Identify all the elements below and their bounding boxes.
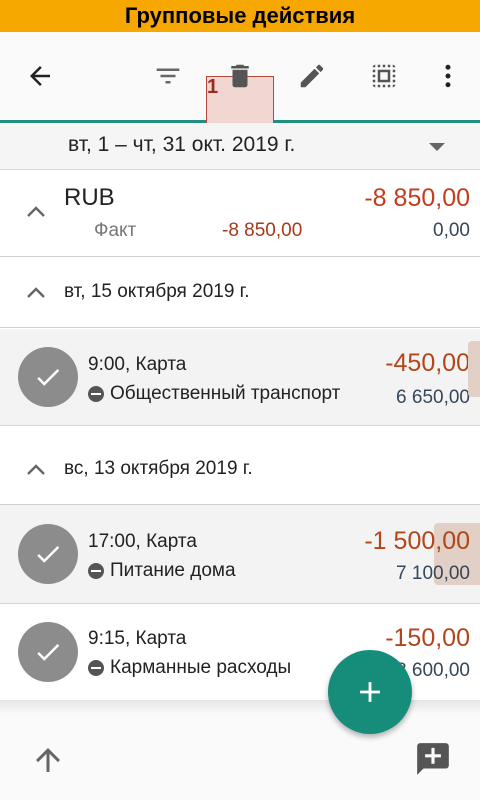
select-all-icon — [372, 64, 396, 88]
selected-check[interactable] — [18, 622, 78, 682]
currency-total: -8 850,00 — [364, 184, 470, 212]
transaction-row[interactable]: 9:00, Карта Общественный транспорт -450,… — [0, 329, 480, 426]
transaction-amount: -450,00 — [385, 349, 470, 377]
bottom-bar — [0, 714, 480, 800]
delete-button[interactable] — [212, 32, 268, 120]
filter-icon — [156, 68, 180, 84]
plus-icon — [360, 682, 380, 702]
transaction-category: Общественный транспорт — [88, 383, 340, 405]
filter-button[interactable] — [140, 32, 196, 120]
back-button[interactable] — [12, 32, 68, 120]
transaction-category: Карманные расходы — [88, 657, 291, 679]
group-actions-banner: Групповые действия — [0, 0, 480, 32]
transaction-time-account: 9:15, Карта — [88, 628, 187, 649]
scroll-up-button[interactable] — [30, 742, 66, 778]
add-transaction-fab[interactable] — [328, 650, 412, 734]
trash-icon — [231, 64, 249, 88]
expense-icon — [88, 563, 104, 579]
transaction-amount: -150,00 — [385, 624, 470, 652]
expense-icon — [88, 660, 104, 676]
category-label: Карманные расходы — [110, 657, 292, 678]
chevron-up-icon — [27, 206, 45, 217]
selected-check[interactable] — [18, 524, 78, 584]
date-range-selector[interactable]: вт, 1 – чт, 31 окт. 2019 г. — [0, 123, 480, 170]
currency-summary[interactable]: RUB -8 850,00 Факт -8 850,00 0,00 — [0, 170, 480, 257]
arrow-up-icon — [36, 748, 60, 772]
fact-label: Факт — [94, 220, 137, 241]
add-comment-button[interactable] — [414, 740, 452, 778]
selected-check[interactable] — [18, 347, 78, 407]
chevron-up-icon — [27, 287, 45, 298]
date-range-label: вт, 1 – чт, 31 окт. 2019 г. — [68, 133, 296, 156]
toolbar: 1 — [0, 32, 480, 144]
edit-button[interactable] — [284, 32, 340, 120]
currency-label: RUB — [64, 184, 115, 211]
check-icon — [37, 546, 60, 563]
select-all-button[interactable] — [356, 32, 412, 120]
transaction-amount: -1 500,00 — [364, 527, 470, 555]
day-label: вт, 15 октября 2019 г. — [64, 281, 250, 302]
chevron-up-icon — [27, 464, 45, 475]
pencil-icon — [300, 64, 324, 88]
more-vert-icon — [445, 64, 451, 88]
comment-add-icon — [417, 743, 449, 775]
transaction-balance: 6 650,00 — [396, 387, 470, 408]
fact-remaining: 0,00 — [433, 220, 470, 241]
scroll-marker — [468, 341, 480, 397]
day-header[interactable]: вс, 13 октября 2019 г. — [0, 434, 480, 505]
category-label: Общественный транспорт — [110, 383, 341, 404]
arrow-back-icon — [30, 66, 50, 86]
check-icon — [37, 644, 60, 661]
transaction-time-account: 9:00, Карта — [88, 354, 187, 375]
expense-icon — [88, 386, 104, 402]
more-options-button[interactable] — [420, 32, 476, 120]
fact-value: -8 850,00 — [222, 220, 303, 241]
day-label: вс, 13 октября 2019 г. — [64, 458, 253, 479]
transaction-category: Питание дома — [88, 560, 236, 582]
transaction-time-account: 17:00, Карта — [88, 531, 197, 552]
day-header[interactable]: вт, 15 октября 2019 г. — [0, 257, 480, 328]
transaction-balance: 7 100,00 — [396, 563, 470, 584]
category-label: Питание дома — [110, 560, 236, 581]
transaction-row[interactable]: 17:00, Карта Питание дома -1 500,00 7 10… — [0, 505, 480, 604]
check-icon — [37, 369, 60, 386]
dropdown-arrow-icon — [429, 143, 445, 151]
